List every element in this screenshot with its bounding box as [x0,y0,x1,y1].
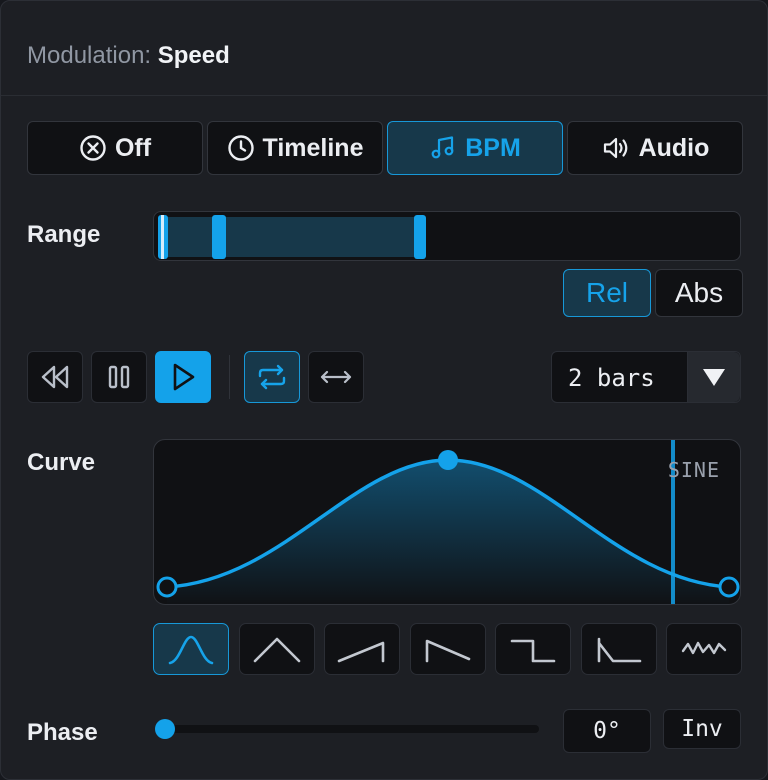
rel-button[interactable]: Rel [563,269,651,317]
shape-triangle-button[interactable] [239,623,315,675]
transport-divider [229,355,230,399]
curve-type-label: SINE [667,458,720,482]
shape-sine-button[interactable] [153,623,229,675]
invert-button[interactable]: Inv [663,709,741,749]
square-step-icon [510,639,556,663]
shape-ramp-up-button[interactable] [324,623,400,675]
curve-graph [156,440,740,604]
mode-off-button[interactable]: Off [27,121,203,175]
clock-icon [227,135,254,161]
shape-ramp-down-button[interactable] [410,623,486,675]
double-arrow-icon [320,370,352,384]
shape-noise-button[interactable] [666,623,742,675]
rewind-icon [41,365,69,389]
mode-off-label: Off [114,133,152,162]
pause-button[interactable] [91,351,147,403]
curve-label: Curve [27,449,96,476]
shape-decay-button[interactable] [581,623,657,675]
duration-dropdown-toggle[interactable] [687,352,740,402]
ramp-up-icon [337,641,385,663]
range-label: Range [27,221,101,248]
curve-start-point [156,576,178,598]
phase-label: Phase [27,719,98,746]
range-start-handle[interactable] [158,215,168,259]
speaker-icon [603,137,627,159]
music-note-icon [431,136,454,159]
ping-pong-button[interactable] [308,351,364,403]
rewind-button[interactable] [27,351,83,403]
phase-slider-knob[interactable] [155,719,175,739]
loop-button[interactable] [244,351,300,403]
abs-button[interactable]: Abs [655,269,743,317]
curve-end-point [718,576,740,598]
triangle-down-icon [703,369,725,386]
panel-header: Modulation: Speed [1,1,767,96]
shape-square-button[interactable] [495,623,571,675]
range-fill [162,217,420,257]
header-label: Modulation: [27,42,152,69]
phase-value-field[interactable]: 0° [563,709,651,753]
range-high-handle[interactable] [414,215,426,259]
loop-icon [258,364,286,390]
curve-editor[interactable]: SINE [153,439,741,605]
ramp-down-icon [425,639,471,663]
play-icon [173,363,195,391]
range-slider[interactable] [153,211,741,261]
play-button[interactable] [155,351,211,403]
header-value: Speed [157,42,230,69]
mode-timeline-button[interactable]: Timeline [207,121,383,175]
modulation-panel: Modulation: Speed Off Timeline BPM Audio… [0,0,768,780]
panel-title: Modulation: Speed [27,42,230,70]
mode-timeline-label: Timeline [262,133,364,162]
noise-icon [681,641,727,655]
phase-slider[interactable] [161,725,539,733]
close-circle-icon [80,135,106,161]
mode-bpm-label: BPM [465,133,521,162]
curve-area [167,460,729,604]
duration-value: 2 bars [568,364,655,392]
triangle-icon [253,637,301,663]
mode-bpm-button[interactable]: BPM [387,121,563,175]
decay-icon [597,637,642,663]
mode-audio-label: Audio [638,133,710,162]
duration-select[interactable]: 2 bars [551,351,741,403]
mode-audio-button[interactable]: Audio [567,121,743,175]
pause-icon [108,365,130,389]
sine-bump-icon [168,635,214,665]
range-low-handle[interactable] [212,215,226,259]
curve-peak-point [438,450,458,470]
